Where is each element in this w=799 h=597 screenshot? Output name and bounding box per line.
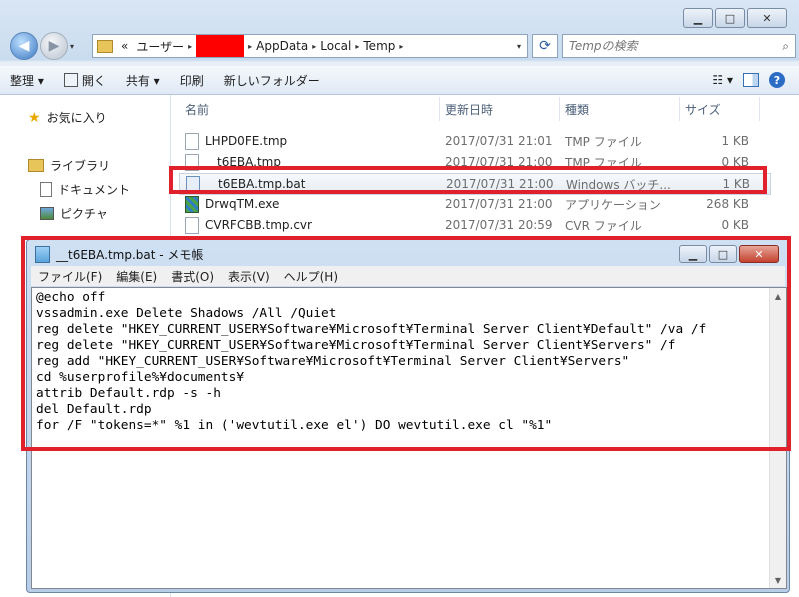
- recent-pages-dropdown[interactable]: ▾: [70, 42, 80, 51]
- address-dropdown[interactable]: ▾: [517, 42, 521, 51]
- column-header-type[interactable]: 種類: [565, 101, 589, 118]
- column-divider[interactable]: [759, 97, 760, 121]
- table-row[interactable]: DrwqTM.exe 2017/07/31 21:00 アプリケーション 268…: [179, 194, 769, 214]
- breadcrumb-separator[interactable]: ▸: [248, 42, 252, 51]
- nav-libraries-label: ライブラリ: [50, 159, 111, 173]
- nav-documents[interactable]: ドキュメント: [40, 181, 130, 198]
- breadcrumb-separator[interactable]: ▸: [188, 42, 192, 51]
- view-options-icon[interactable]: ☷ ▾: [712, 73, 733, 87]
- file-name: LHPD0FE.tmp: [205, 134, 288, 148]
- preview-pane-icon[interactable]: [743, 73, 759, 87]
- exe-file-icon: [185, 196, 199, 213]
- nav-pictures[interactable]: ピクチャ: [40, 205, 108, 222]
- file-type: TMP ファイル: [565, 134, 642, 149]
- nav-documents-label: ドキュメント: [58, 183, 131, 197]
- back-button[interactable]: ◀: [10, 32, 38, 60]
- refresh-button[interactable]: ⟳: [532, 34, 558, 58]
- highlight-box-bat-file: [169, 166, 767, 194]
- file-size: 1 KB: [721, 134, 749, 148]
- column-header-size[interactable]: サイズ: [685, 101, 721, 118]
- file-size: 0 KB: [721, 218, 749, 232]
- breadcrumb-users[interactable]: ユーザー: [136, 38, 184, 55]
- nav-favorites[interactable]: ★ お気に入り: [28, 109, 107, 126]
- new-folder-button[interactable]: 新しいフォルダー: [214, 72, 330, 89]
- address-bar[interactable]: « ユーザー ▸ ▸ AppData ▸ Local ▸ Temp ▸ ▾: [92, 34, 528, 58]
- file-icon: [185, 133, 199, 150]
- organize-button[interactable]: 整理 ▾: [0, 72, 54, 89]
- explorer-window-controls: ▁ □ ✕: [683, 8, 787, 28]
- document-icon: [40, 182, 52, 197]
- minimize-button[interactable]: ▁: [683, 8, 713, 28]
- scroll-down-icon[interactable]: ▼: [770, 572, 786, 588]
- open-label: 開く: [81, 73, 106, 88]
- nav-favorites-label: お気に入り: [46, 111, 107, 125]
- organize-label: 整理 ▾: [10, 73, 44, 88]
- navigation-bar: ◀ ▶ ▾ « ユーザー ▸ ▸ AppData ▸ Local ▸ Temp …: [10, 32, 796, 60]
- file-type: アプリケーション: [565, 197, 661, 212]
- redacted-username: [196, 35, 245, 57]
- print-label: 印刷: [179, 73, 204, 88]
- table-row[interactable]: LHPD0FE.tmp 2017/07/31 21:01 TMP ファイル 1 …: [179, 131, 769, 151]
- print-button[interactable]: 印刷: [170, 72, 214, 89]
- column-divider[interactable]: [559, 97, 560, 121]
- column-header-name[interactable]: 名前: [185, 101, 209, 118]
- breadcrumb-separator[interactable]: ▸: [355, 42, 359, 51]
- file-type: CVR ファイル: [565, 218, 642, 233]
- breadcrumb-local[interactable]: Local: [320, 39, 351, 53]
- close-button[interactable]: ✕: [747, 8, 787, 28]
- highlight-box-script: [21, 236, 791, 451]
- file-name: CVRFCBB.tmp.cvr: [205, 218, 312, 232]
- share-button[interactable]: 共有 ▾: [116, 72, 170, 89]
- maximize-button[interactable]: □: [715, 8, 745, 28]
- forward-button[interactable]: ▶: [40, 32, 68, 60]
- star-icon: ★: [28, 109, 41, 126]
- open-icon: [63, 73, 78, 87]
- breadcrumb-temp[interactable]: Temp: [363, 39, 395, 53]
- command-bar-right: ☷ ▾ ?: [712, 72, 785, 88]
- picture-icon: [40, 207, 54, 220]
- breadcrumb-separator[interactable]: ▸: [312, 42, 316, 51]
- file-date: 2017/07/31 21:00: [445, 197, 553, 211]
- open-button[interactable]: 開く: [54, 72, 116, 89]
- address-overflow[interactable]: «: [121, 39, 128, 53]
- search-input[interactable]: [563, 38, 771, 54]
- help-icon[interactable]: ?: [769, 72, 785, 88]
- column-header-date[interactable]: 更新日時: [445, 101, 493, 118]
- search-box: ⌕: [562, 34, 796, 58]
- new-folder-label: 新しいフォルダー: [223, 73, 320, 88]
- command-bar: 整理 ▾ 開く 共有 ▾ 印刷 新しいフォルダー ☷ ▾ ?: [0, 66, 799, 95]
- file-date: 2017/07/31 20:59: [445, 218, 553, 232]
- share-label: 共有 ▾: [125, 73, 160, 88]
- breadcrumb-separator[interactable]: ▸: [399, 42, 403, 51]
- breadcrumb-appdata[interactable]: AppData: [256, 39, 308, 53]
- file-size: 268 KB: [706, 197, 749, 211]
- column-divider[interactable]: [679, 97, 680, 121]
- nav-libraries[interactable]: ライブラリ: [28, 157, 110, 174]
- file-name: DrwqTM.exe: [205, 197, 280, 211]
- folder-icon: [97, 39, 113, 53]
- library-icon: [28, 159, 44, 172]
- table-row[interactable]: CVRFCBB.tmp.cvr 2017/07/31 20:59 CVR ファイ…: [179, 215, 769, 235]
- file-date: 2017/07/31 21:01: [445, 134, 553, 148]
- search-icon[interactable]: ⌕: [782, 39, 789, 54]
- nav-pictures-label: ピクチャ: [60, 207, 108, 221]
- file-icon: [185, 217, 199, 234]
- column-divider[interactable]: [439, 97, 440, 121]
